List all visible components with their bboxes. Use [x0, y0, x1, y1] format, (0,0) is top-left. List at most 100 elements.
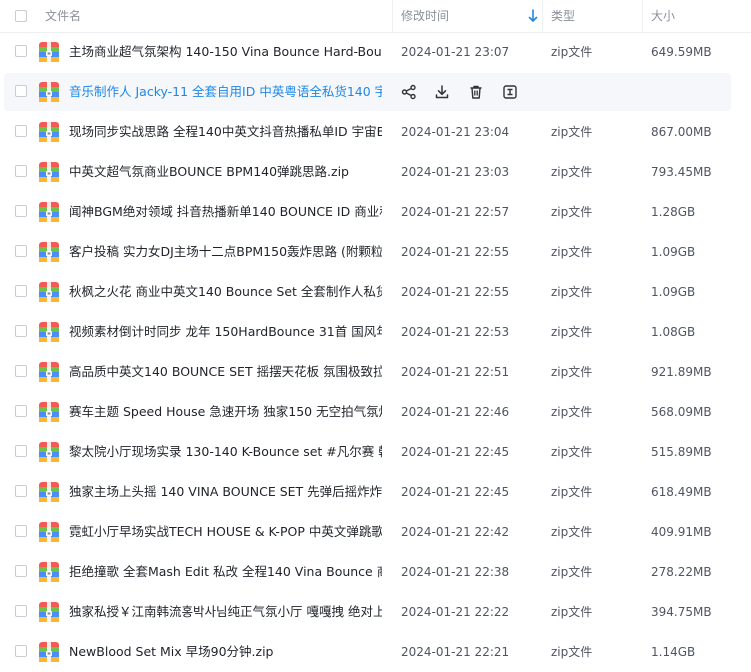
- file-name[interactable]: 独家私授￥江南韩流홍박사님纯正气氛小厅 嘎嘎拽 绝对上头.zip: [69, 592, 382, 632]
- zip-file-icon: [39, 242, 59, 262]
- file-row[interactable]: 中英文超气氛商业BOUNCE BPM140弹跳思路.zip 2024-01-21 …: [0, 152, 751, 192]
- file-modified-time: 2024-01-21 22:55: [401, 245, 510, 259]
- file-type: zip文件: [551, 645, 593, 659]
- file-row[interactable]: 赛车主题 Speed House 急速开场 独家150 无空拍气氛炸场.zip 2…: [0, 392, 751, 432]
- file-modified-time: 2024-01-21 22:22: [401, 605, 510, 619]
- zip-file-icon: [39, 42, 59, 62]
- file-size: 649.59MB: [651, 45, 712, 59]
- file-size: 793.45MB: [651, 165, 712, 179]
- zip-file-icon: [39, 322, 59, 342]
- file-row[interactable]: 霓虹小厅早场实战TECH HOUSE & K-POP 中英文弹跳歌单.zip 20…: [0, 512, 751, 552]
- delete-icon[interactable]: [468, 84, 484, 100]
- file-row[interactable]: 音乐制作人 Jacky-11 全套自用ID 中英粤语全私货140 宇宙Bounc…: [0, 72, 751, 112]
- zip-file-icon: [39, 162, 59, 182]
- file-row[interactable]: 高品质中英文140 BOUNCE SET 摇摆天花板 氛围极致拉满.zip 202…: [0, 352, 751, 392]
- file-name[interactable]: 客户投稿 实力女DJ主场十二点BPM150轰炸思路 (附颗粒素材).zip: [69, 232, 382, 272]
- column-header-modified[interactable]: 修改时间: [401, 0, 449, 32]
- row-checkbox[interactable]: [15, 85, 27, 97]
- row-checkbox[interactable]: [15, 445, 27, 457]
- row-checkbox[interactable]: [15, 365, 27, 377]
- file-row[interactable]: 现场同步实战思路 全程140中英文抖音热播私单ID 宇宙Bounce.zip 20…: [0, 112, 751, 152]
- file-row[interactable]: NewBlood Set Mix 早场90分钟.zip 2024-01-21 22…: [0, 632, 751, 672]
- row-checkbox[interactable]: [15, 325, 27, 337]
- file-size: 394.75MB: [651, 605, 712, 619]
- file-name[interactable]: 现场同步实战思路 全程140中英文抖音热播私单ID 宇宙Bounce.zip: [69, 112, 382, 152]
- row-checkbox[interactable]: [15, 45, 27, 57]
- file-size: 1.14GB: [651, 645, 696, 659]
- share-icon[interactable]: [401, 84, 417, 100]
- file-name[interactable]: 秋枫之火花 商业中英文140 Bounce Set 全套制作人私货ID.zip: [69, 272, 382, 312]
- file-row[interactable]: 黎太院小厅现场实录 130-140 K-Bounce set #凡尔赛 韩流主题…: [0, 432, 751, 472]
- zip-file-icon: [39, 562, 59, 582]
- row-checkbox[interactable]: [15, 205, 27, 217]
- file-name[interactable]: 霓虹小厅早场实战TECH HOUSE & K-POP 中英文弹跳歌单.zip: [69, 512, 382, 552]
- column-header-type[interactable]: 类型: [551, 0, 575, 32]
- file-row[interactable]: 拒绝撞歌 全套Mash Edit 私改 全程140 Vina Bounce 商业…: [0, 552, 751, 592]
- file-row[interactable]: 客户投稿 实力女DJ主场十二点BPM150轰炸思路 (附颗粒素材).zip 202…: [0, 232, 751, 272]
- file-type: zip文件: [551, 205, 593, 219]
- file-row[interactable]: 秋枫之火花 商业中英文140 Bounce Set 全套制作人私货ID.zip 2…: [0, 272, 751, 312]
- file-modified-time: 2024-01-21 22:38: [401, 565, 510, 579]
- column-divider: [542, 0, 543, 32]
- file-modified-time: 2024-01-21 23:07: [401, 45, 510, 59]
- file-modified-time: 2024-01-21 22:42: [401, 525, 510, 539]
- zip-file-icon: [39, 202, 59, 222]
- zip-file-icon: [39, 362, 59, 382]
- file-type: zip文件: [551, 485, 593, 499]
- file-modified-time: 2024-01-21 22:45: [401, 445, 510, 459]
- file-row[interactable]: 主场商业超气氛架构 140-150 Vina Bounce Hard-Bounc…: [0, 32, 751, 72]
- column-divider: [642, 0, 643, 32]
- row-checkbox[interactable]: [15, 485, 27, 497]
- file-size: 568.09MB: [651, 405, 712, 419]
- file-type: zip文件: [551, 525, 593, 539]
- row-checkbox[interactable]: [15, 605, 27, 617]
- file-name[interactable]: 闻神BGM绝对领域 抖音热播新单140 BOUNCE ID 商业私货.zip: [69, 192, 382, 232]
- file-list-header: 文件名 修改时间 类型 大小: [0, 0, 751, 33]
- row-checkbox[interactable]: [15, 245, 27, 257]
- file-type: zip文件: [551, 285, 593, 299]
- file-row[interactable]: 独家主场上头摇 140 VINA BOUNCE SET 先弹后摇炸炸炸.zip 2…: [0, 472, 751, 512]
- row-checkbox[interactable]: [15, 645, 27, 657]
- zip-file-icon: [39, 82, 59, 102]
- file-name[interactable]: 黎太院小厅现场实录 130-140 K-Bounce set #凡尔赛 韩流主题…: [69, 432, 382, 472]
- file-size: 1.09GB: [651, 245, 696, 259]
- file-name[interactable]: 拒绝撞歌 全套Mash Edit 私改 全程140 Vina Bounce 商业…: [69, 552, 382, 592]
- zip-file-icon: [39, 282, 59, 302]
- file-name[interactable]: NewBlood Set Mix 早场90分钟.zip: [69, 632, 382, 672]
- download-icon[interactable]: [434, 84, 450, 100]
- file-modified-time: 2024-01-21 22:46: [401, 405, 510, 419]
- file-modified-time: 2024-01-21 22:45: [401, 485, 510, 499]
- file-size: 1.28GB: [651, 205, 696, 219]
- file-name[interactable]: 主场商业超气氛架构 140-150 Vina Bounce Hard-Bounc…: [69, 32, 382, 72]
- file-type: zip文件: [551, 565, 593, 579]
- file-row[interactable]: 视频素材倒计时同步 龙年 150HardBounce 31首 国风年会.zip 2…: [0, 312, 751, 352]
- column-divider: [392, 0, 393, 32]
- column-header-size[interactable]: 大小: [651, 0, 675, 32]
- file-type: zip文件: [551, 245, 593, 259]
- file-row[interactable]: 独家私授￥江南韩流홍박사님纯正气氛小厅 嘎嘎拽 绝对上头.zip 2024-01-…: [0, 592, 751, 632]
- row-checkbox[interactable]: [15, 565, 27, 577]
- file-name[interactable]: 音乐制作人 Jacky-11 全套自用ID 中英粤语全私货140 宇宙Bounc…: [69, 72, 382, 112]
- row-checkbox[interactable]: [15, 165, 27, 177]
- file-size: 1.09GB: [651, 285, 696, 299]
- more-icon[interactable]: [502, 84, 518, 100]
- file-type: zip文件: [551, 365, 593, 379]
- arrow-down-icon[interactable]: [528, 9, 538, 23]
- file-type: zip文件: [551, 165, 593, 179]
- file-modified-time: 2024-01-21 23:03: [401, 165, 510, 179]
- row-checkbox[interactable]: [15, 405, 27, 417]
- column-header-name[interactable]: 文件名: [45, 0, 81, 32]
- file-name[interactable]: 视频素材倒计时同步 龙年 150HardBounce 31首 国风年会.zip: [69, 312, 382, 352]
- row-checkbox[interactable]: [15, 125, 27, 137]
- file-size: 409.91MB: [651, 525, 712, 539]
- file-name[interactable]: 高品质中英文140 BOUNCE SET 摇摆天花板 氛围极致拉满.zip: [69, 352, 382, 392]
- file-row[interactable]: 闻神BGM绝对领域 抖音热播新单140 BOUNCE ID 商业私货.zip 20…: [0, 192, 751, 232]
- row-checkbox[interactable]: [15, 525, 27, 537]
- file-name[interactable]: 赛车主题 Speed House 急速开场 独家150 无空拍气氛炸场.zip: [69, 392, 382, 432]
- file-name[interactable]: 独家主场上头摇 140 VINA BOUNCE SET 先弹后摇炸炸炸.zip: [69, 472, 382, 512]
- file-name[interactable]: 中英文超气氛商业BOUNCE BPM140弹跳思路.zip: [69, 152, 382, 192]
- file-type: zip文件: [551, 125, 593, 139]
- row-checkbox[interactable]: [15, 285, 27, 297]
- zip-file-icon: [39, 402, 59, 422]
- file-modified-time: 2024-01-21 22:57: [401, 205, 510, 219]
